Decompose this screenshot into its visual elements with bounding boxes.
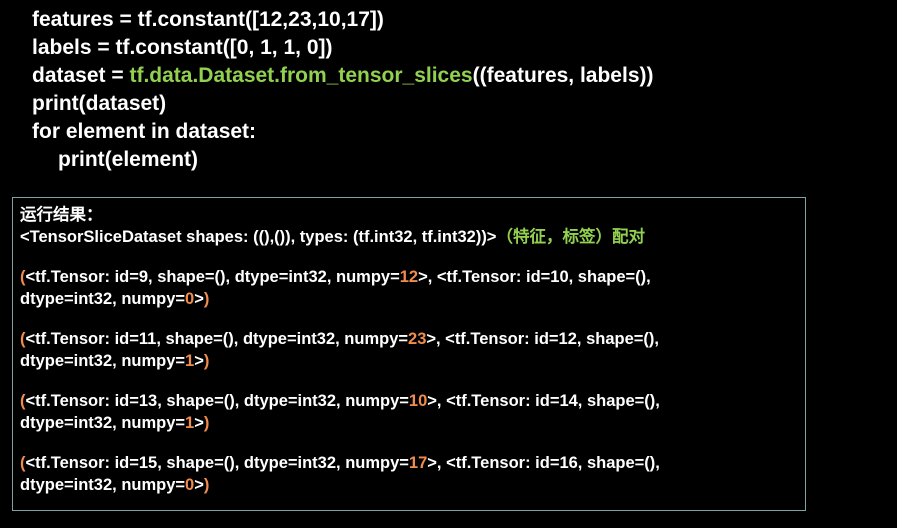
tuple-line-1: (<tf.Tensor: id=13, shape=(), dtype=int3… — [20, 390, 799, 412]
tensor-label-end: > — [194, 414, 204, 432]
tensor-label-dtype: dtype=int32, numpy= — [20, 476, 186, 494]
tensor-label-end: > — [194, 476, 204, 494]
label-value: 1 — [185, 414, 195, 432]
result-tuple: (<tf.Tensor: id=13, shape=(), dtype=int3… — [20, 390, 799, 434]
pair-note: （特征，标签）配对 — [496, 227, 645, 246]
tuple-line-1: (<tf.Tensor: id=11, shape=(), dtype=int3… — [20, 328, 799, 350]
code-dataset-prefix: dataset = — [32, 64, 130, 87]
tensor-label-end: > — [194, 290, 204, 308]
code-line-dataset: dataset = tf.data.Dataset.from_tensor_sl… — [32, 62, 654, 90]
tensor-label-start: >, <tf.Tensor: id=16, shape=(), — [427, 454, 660, 472]
result-box: 运行结果： <TensorSliceDataset shapes: ((),()… — [12, 197, 806, 511]
tuple-close-paren: ) — [203, 476, 210, 494]
tensor-feature: <tf.Tensor: id=9, shape=(), dtype=int32,… — [25, 268, 400, 286]
tuple-close-paren: ) — [203, 414, 210, 432]
result-heading: 运行结果： — [20, 205, 103, 224]
tensor-feature: <tf.Tensor: id=15, shape=(), dtype=int32… — [25, 454, 409, 472]
tensor-feature: <tf.Tensor: id=11, shape=(), dtype=int32… — [25, 330, 409, 348]
result-tuple: (<tf.Tensor: id=11, shape=(), dtype=int3… — [20, 328, 799, 372]
dataset-repr: <TensorSliceDataset shapes: ((),()), typ… — [20, 228, 497, 246]
tuple-line-2: dtype=int32, numpy=0>) — [20, 474, 799, 496]
label-value: 0 — [185, 290, 195, 308]
label-value: 1 — [185, 352, 195, 370]
tuple-close-paren: ) — [203, 290, 210, 308]
label-value: 0 — [185, 476, 195, 494]
feature-value: 10 — [408, 392, 428, 410]
tuple-line-2: dtype=int32, numpy=0>) — [20, 288, 799, 310]
tensor-label-dtype: dtype=int32, numpy= — [20, 290, 186, 308]
tuple-line-1: (<tf.Tensor: id=15, shape=(), dtype=int3… — [20, 452, 799, 474]
tensor-label-start: >, <tf.Tensor: id=14, shape=(), — [427, 392, 660, 410]
feature-value: 23 — [408, 330, 427, 348]
tensor-label-start: >, <tf.Tensor: id=10, shape=(), — [418, 268, 651, 286]
feature-value: 12 — [399, 268, 419, 286]
tensor-label-dtype: dtype=int32, numpy= — [20, 414, 186, 432]
tensor-label-dtype: dtype=int32, numpy= — [20, 352, 186, 370]
tuple-line-2: dtype=int32, numpy=1>) — [20, 350, 799, 372]
code-dataset-suffix: ((features, labels)) — [472, 64, 654, 87]
code-line-labels: labels = tf.constant([0, 1, 1, 0]) — [32, 36, 333, 59]
feature-value: 17 — [408, 454, 428, 472]
tensor-label-end: > — [194, 352, 204, 370]
code-line-print-dataset: print(dataset) — [32, 92, 167, 115]
result-tuple: (<tf.Tensor: id=9, shape=(), dtype=int32… — [20, 266, 799, 310]
result-tuple: (<tf.Tensor: id=15, shape=(), dtype=int3… — [20, 452, 799, 496]
tuple-line-1: (<tf.Tensor: id=9, shape=(), dtype=int32… — [20, 266, 799, 288]
tensor-label-start: >, <tf.Tensor: id=12, shape=(), — [426, 330, 659, 348]
code-dataset-api: tf.data.Dataset.from_tensor_slices — [129, 64, 473, 87]
tuple-close-paren: ) — [203, 352, 210, 370]
code-block: features = tf.constant([12,23,10,17]) la… — [32, 6, 654, 174]
code-line-features: features = tf.constant([12,23,10,17]) — [32, 8, 384, 31]
code-line-for-loop: for element in dataset: — [32, 120, 257, 143]
tensor-feature: <tf.Tensor: id=13, shape=(), dtype=int32… — [25, 392, 409, 410]
code-line-print-element: print(element) — [58, 148, 199, 171]
result-dataset-line: <TensorSliceDataset shapes: ((),()), typ… — [20, 226, 799, 248]
tuple-line-2: dtype=int32, numpy=1>) — [20, 412, 799, 434]
